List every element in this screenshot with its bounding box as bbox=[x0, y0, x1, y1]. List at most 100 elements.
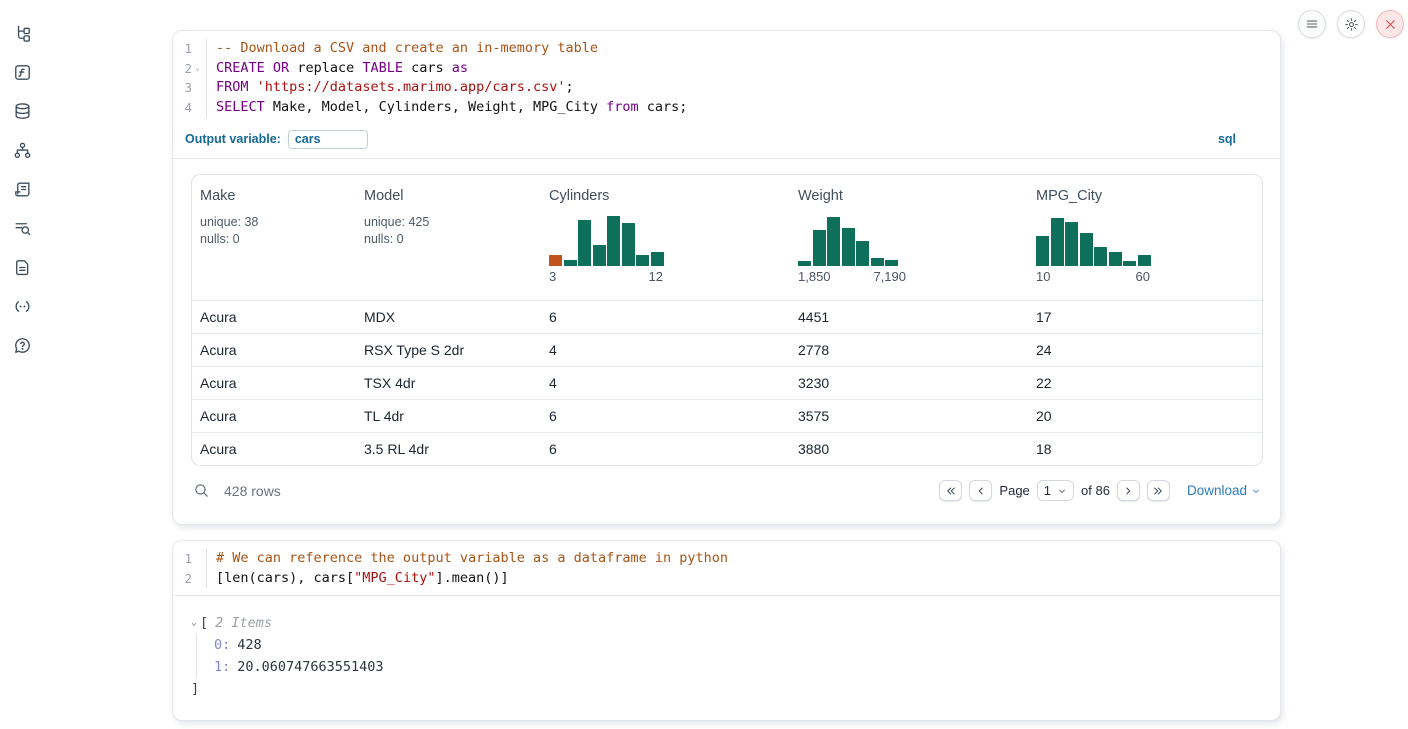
table-cell: 3880 bbox=[790, 441, 1028, 457]
chevrons-right-icon bbox=[1152, 485, 1164, 497]
table-cell: RSX Type S 2dr bbox=[356, 342, 541, 358]
table-row[interactable]: AcuraTL 4dr6357520 bbox=[192, 399, 1262, 432]
nulls-stat: nulls: 0 bbox=[364, 231, 533, 248]
line-number-gutter: 2 bbox=[173, 569, 207, 589]
output-variable-input[interactable] bbox=[288, 130, 368, 149]
data-table: Make unique: 38 nulls: 0 Model unique: 4… bbox=[191, 174, 1263, 466]
table-cell: Acura bbox=[192, 408, 356, 424]
code-text: -- Download a CSV and create an in-memor… bbox=[207, 39, 598, 59]
help-circle-icon[interactable] bbox=[11, 334, 33, 356]
menu-button[interactable] bbox=[1298, 10, 1326, 38]
histogram-bar bbox=[1036, 236, 1049, 266]
output-variable-label: Output variable: bbox=[185, 132, 281, 146]
file-tree-icon[interactable] bbox=[11, 22, 33, 44]
next-page-button[interactable] bbox=[1117, 480, 1140, 501]
python-output-tree: ⌄ [ 2 Items 0: 428 1: 20.060747663551403… bbox=[173, 596, 1280, 720]
fold-icon[interactable]: ⌄ bbox=[192, 59, 203, 79]
settings-button[interactable] bbox=[1337, 10, 1365, 38]
function-square-icon[interactable] bbox=[11, 61, 33, 83]
table-header-row: Make unique: 38 nulls: 0 Model unique: 4… bbox=[192, 175, 1262, 300]
nulls-stat: nulls: 0 bbox=[200, 231, 348, 248]
table-cell: 6 bbox=[541, 309, 790, 325]
histogram-bar bbox=[813, 230, 826, 266]
code-line[interactable]: 1# We can reference the output variable … bbox=[173, 549, 1280, 569]
code-line[interactable]: 2[len(cars), cars["MPG_City"].mean()] bbox=[173, 569, 1280, 589]
histogram-bar bbox=[1080, 233, 1093, 266]
table-row[interactable]: AcuraTSX 4dr4323022 bbox=[192, 366, 1262, 399]
unique-stat: unique: 425 bbox=[364, 214, 533, 231]
python-code-editor[interactable]: 1# We can reference the output variable … bbox=[173, 541, 1280, 595]
chevron-down-icon bbox=[1057, 486, 1067, 496]
table-row[interactable]: AcuraRSX Type S 2dr4277824 bbox=[192, 333, 1262, 366]
table-cell: 18 bbox=[1028, 441, 1262, 457]
histogram-bar bbox=[1109, 252, 1122, 266]
open-bracket: [ bbox=[200, 612, 208, 634]
axis-max-label: 60 bbox=[1136, 269, 1150, 284]
first-page-button[interactable] bbox=[939, 480, 962, 501]
collapse-icon[interactable]: ⌄ bbox=[191, 612, 197, 634]
sql-code-editor[interactable]: 1-- Download a CSV and create an in-memo… bbox=[173, 31, 1280, 125]
database-icon[interactable] bbox=[11, 100, 33, 122]
download-button[interactable]: Download bbox=[1187, 483, 1261, 498]
histogram-bar bbox=[593, 245, 606, 266]
code-snippet-icon[interactable] bbox=[11, 295, 33, 317]
pagination: Page 1 of 86 bbox=[939, 480, 1170, 501]
helper-panel-sidebar bbox=[0, 0, 44, 729]
language-label[interactable]: sql bbox=[1218, 132, 1236, 146]
histogram-bar bbox=[871, 258, 884, 266]
code-text: FROM 'https://datasets.marimo.app/cars.c… bbox=[207, 78, 574, 98]
histogram-bar bbox=[578, 220, 591, 266]
tree-children: 0: 428 1: 20.060747663551403 bbox=[196, 634, 1262, 678]
last-page-button[interactable] bbox=[1147, 480, 1170, 501]
scroll-icon[interactable] bbox=[11, 178, 33, 200]
histogram-bar bbox=[651, 252, 664, 266]
table-row[interactable]: Acura3.5 RL 4dr6388018 bbox=[192, 432, 1262, 465]
column-header-weight[interactable]: Weight 1,850 7,190 bbox=[790, 175, 1028, 300]
sql-output-area: Make unique: 38 nulls: 0 Model unique: 4… bbox=[173, 159, 1280, 524]
table-cell: TL 4dr bbox=[356, 408, 541, 424]
chevron-left-icon bbox=[975, 485, 987, 497]
search-button[interactable] bbox=[193, 482, 211, 500]
table-cell: 4451 bbox=[790, 309, 1028, 325]
line-number-gutter: 2⌄ bbox=[173, 59, 207, 79]
line-number-gutter: 3 bbox=[173, 78, 207, 98]
column-header-mpg-city[interactable]: MPG_City 10 60 bbox=[1028, 175, 1262, 300]
page-label: Page bbox=[999, 483, 1029, 498]
code-line[interactable]: 2⌄CREATE OR replace TABLE cars as bbox=[173, 59, 1280, 79]
document-icon[interactable] bbox=[11, 256, 33, 278]
python-cell: 1# We can reference the output variable … bbox=[172, 540, 1281, 721]
histogram-bar bbox=[1065, 222, 1078, 266]
tree-value: 20.060747663551403 bbox=[237, 656, 383, 678]
code-line[interactable]: 4SELECT Make, Model, Cylinders, Weight, … bbox=[173, 98, 1280, 118]
tree-key: 1: bbox=[214, 656, 230, 678]
chevron-down-icon bbox=[1251, 486, 1261, 496]
table-cell: 20 bbox=[1028, 408, 1262, 424]
table-row[interactable]: AcuraMDX6445117 bbox=[192, 300, 1262, 333]
table-cell: TSX 4dr bbox=[356, 375, 541, 391]
previous-page-button[interactable] bbox=[969, 480, 992, 501]
histogram-bar bbox=[636, 255, 649, 266]
column-header-make[interactable]: Make unique: 38 nulls: 0 bbox=[192, 175, 356, 300]
row-count: 428 rows bbox=[224, 483, 281, 499]
code-text: CREATE OR replace TABLE cars as bbox=[207, 59, 468, 79]
weight-histogram bbox=[798, 216, 898, 266]
dependency-graph-icon[interactable] bbox=[11, 139, 33, 161]
histogram-bar bbox=[856, 241, 869, 266]
code-line[interactable]: 3FROM 'https://datasets.marimo.app/cars.… bbox=[173, 78, 1280, 98]
axis-max-label: 7,190 bbox=[873, 269, 906, 284]
axis-min-label: 3 bbox=[549, 269, 556, 284]
column-header-cylinders[interactable]: Cylinders 3 12 bbox=[541, 175, 790, 300]
code-line[interactable]: 1-- Download a CSV and create an in-memo… bbox=[173, 39, 1280, 59]
unique-stat: unique: 38 bbox=[200, 214, 348, 231]
table-cell: 22 bbox=[1028, 375, 1262, 391]
histogram-bar bbox=[827, 217, 840, 266]
shutdown-button[interactable] bbox=[1376, 10, 1404, 38]
table-cell: 24 bbox=[1028, 342, 1262, 358]
line-number-gutter: 1 bbox=[173, 39, 207, 59]
notebook-actions bbox=[1298, 10, 1404, 38]
page-select[interactable]: 1 bbox=[1037, 480, 1074, 501]
histogram-bar bbox=[885, 260, 898, 266]
search-list-icon[interactable] bbox=[11, 217, 33, 239]
column-header-model[interactable]: Model unique: 425 nulls: 0 bbox=[356, 175, 541, 300]
items-count: 2 Items bbox=[215, 612, 272, 634]
